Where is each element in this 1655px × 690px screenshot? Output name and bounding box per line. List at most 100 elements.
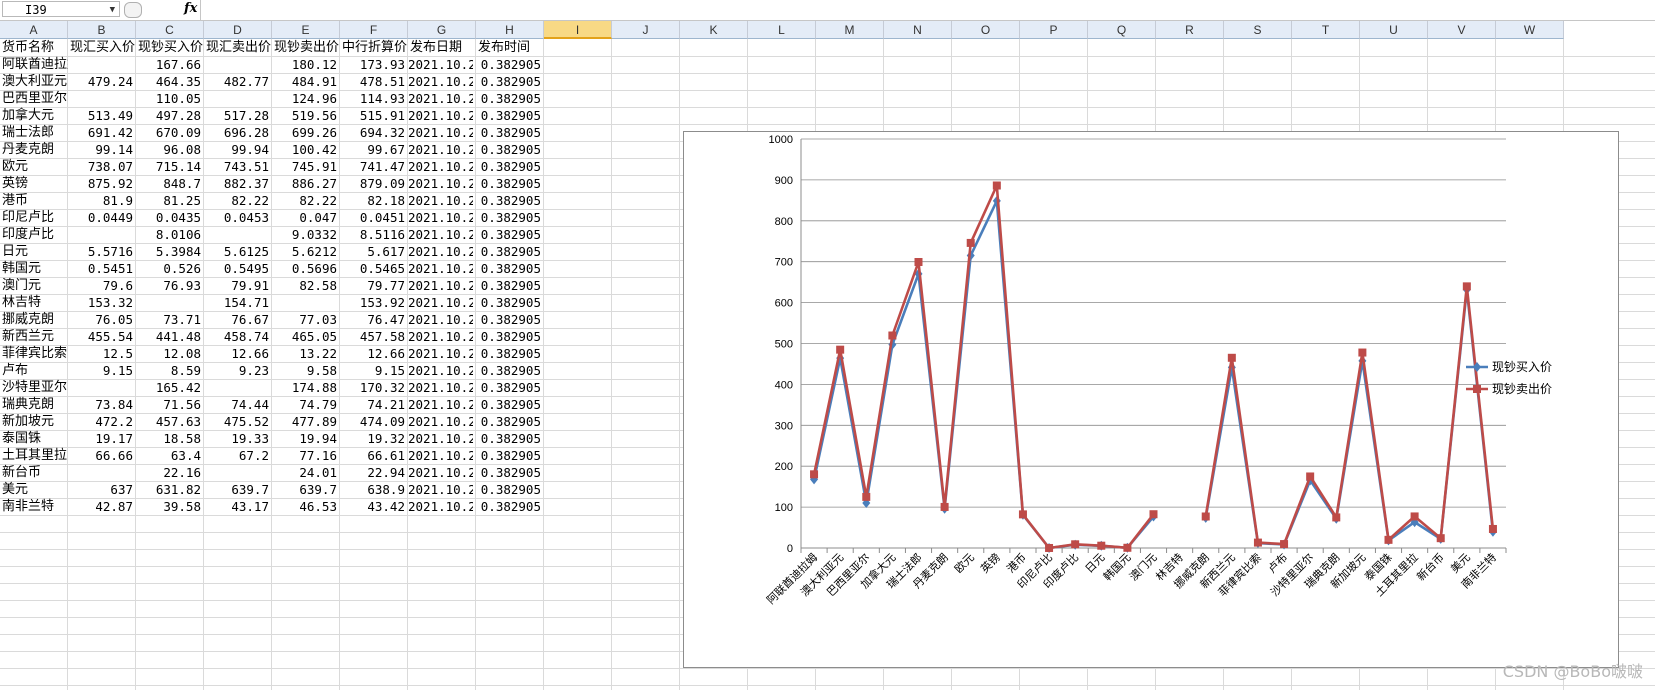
table-cell[interactable]: 699.26 [272,124,337,141]
table-cell[interactable]: 484.91 [272,73,337,90]
table-cell[interactable]: 691.42 [68,124,133,141]
header-cell[interactable]: 现汇买入价 [70,39,136,56]
table-cell[interactable]: 882.37 [204,175,269,192]
table-cell[interactable]: 0.0435 [136,209,201,226]
table-cell[interactable]: 478.51 [340,73,405,90]
table-cell[interactable]: 0.382905 [476,277,541,294]
column-header-d[interactable]: D [204,21,272,39]
table-cell[interactable]: 22.16 [136,464,201,481]
column-header-e[interactable]: E [272,21,340,39]
table-cell[interactable]: 66.61 [340,447,405,464]
table-cell[interactable]: 174.88 [272,379,337,396]
table-cell[interactable]: 林吉特 [2,294,68,311]
table-cell[interactable]: 2021.10.2 [408,260,473,277]
column-header-j[interactable]: J [612,21,680,39]
column-header-h[interactable]: H [476,21,544,39]
table-cell[interactable]: 2021.10.2 [408,413,473,430]
table-cell[interactable]: 0.382905 [476,209,541,226]
table-cell[interactable]: 0.382905 [476,226,541,243]
table-cell[interactable]: 印度卢比 [2,226,68,243]
table-cell[interactable]: 2021.10.2 [408,328,473,345]
table-cell[interactable]: 19.94 [272,430,337,447]
table-cell[interactable]: 0.382905 [476,192,541,209]
table-cell[interactable]: 477.89 [272,413,337,430]
table-cell[interactable]: 0.5696 [272,260,337,277]
table-cell[interactable]: 2021.10.2 [408,243,473,260]
table-cell[interactable]: 2021.10.2 [408,56,473,73]
table-cell[interactable]: 瑞士法郎 [2,124,68,141]
table-cell[interactable]: 英镑 [2,175,68,192]
table-cell[interactable]: 0.382905 [476,498,541,515]
table-cell[interactable]: 9.0332 [272,226,337,243]
table-cell[interactable]: 441.48 [136,328,201,345]
table-cell[interactable]: 0.382905 [476,430,541,447]
table-cell[interactable]: 743.51 [204,158,269,175]
table-cell[interactable]: 517.28 [204,107,269,124]
table-cell[interactable]: 170.32 [340,379,405,396]
table-cell[interactable]: 卢布 [2,362,68,379]
header-cell[interactable]: 现钞买入价 [138,39,204,56]
table-cell[interactable]: 0.382905 [476,141,541,158]
table-cell[interactable]: 5.3984 [136,243,201,260]
column-header-a[interactable]: A [0,21,68,39]
table-cell[interactable]: 5.617 [340,243,405,260]
table-cell[interactable]: 0.0449 [68,209,133,226]
table-cell[interactable]: 173.93 [340,56,405,73]
table-cell[interactable]: 新西兰元 [2,328,68,345]
table-cell[interactable]: 13.22 [272,345,337,362]
table-cell[interactable]: 670.09 [136,124,201,141]
table-cell[interactable]: 2021.10.2 [408,90,473,107]
table-cell[interactable]: 0.382905 [476,90,541,107]
column-header-f[interactable]: F [340,21,408,39]
column-header-q[interactable]: Q [1088,21,1156,39]
table-cell[interactable]: 菲律宾比索 [2,345,68,362]
table-cell[interactable]: 631.82 [136,481,201,498]
table-cell[interactable]: 879.09 [340,175,405,192]
table-cell[interactable]: 8.5116 [340,226,405,243]
table-cell[interactable]: 澳大利亚元 [2,73,68,90]
column-header-o[interactable]: O [952,21,1020,39]
table-cell[interactable]: 2021.10.2 [408,73,473,90]
table-cell[interactable]: 46.53 [272,498,337,515]
table-cell[interactable]: 2021.10.2 [408,396,473,413]
table-cell[interactable]: 0.047 [272,209,337,226]
table-cell[interactable]: 19.32 [340,430,405,447]
table-cell[interactable]: 欧元 [2,158,68,175]
table-cell[interactable]: 2021.10.2 [408,345,473,362]
table-cell[interactable]: 71.56 [136,396,201,413]
table-cell[interactable]: 沙特里亚尔 [2,379,68,396]
table-cell[interactable]: 8.59 [136,362,201,379]
table-cell[interactable]: 42.87 [68,498,133,515]
table-cell[interactable]: 79.91 [204,277,269,294]
table-cell[interactable]: 153.92 [340,294,405,311]
header-cell[interactable]: 货币名称 [2,39,68,56]
table-cell[interactable]: 0.382905 [476,447,541,464]
table-cell[interactable]: 82.22 [204,192,269,209]
table-cell[interactable]: 18.58 [136,430,201,447]
table-cell[interactable]: 澳门元 [2,277,68,294]
table-cell[interactable]: 0.526 [136,260,201,277]
table-cell[interactable]: 696.28 [204,124,269,141]
table-cell[interactable]: 458.74 [204,328,269,345]
table-cell[interactable]: 阿联酋迪拉姆 [2,56,68,73]
table-cell[interactable]: 2021.10.2 [408,311,473,328]
table-cell[interactable]: 8.0106 [136,226,201,243]
table-cell[interactable]: 2021.10.2 [408,226,473,243]
table-cell[interactable]: 519.56 [272,107,337,124]
table-cell[interactable]: 9.58 [272,362,337,379]
column-header-s[interactable]: S [1224,21,1292,39]
table-cell[interactable]: 475.52 [204,413,269,430]
table-cell[interactable]: 港币 [2,192,68,209]
table-cell[interactable]: 99.14 [68,141,133,158]
table-cell[interactable]: 100.42 [272,141,337,158]
table-cell[interactable]: 39.58 [136,498,201,515]
table-cell[interactable]: 0.382905 [476,396,541,413]
table-cell[interactable]: 464.35 [136,73,201,90]
header-cell[interactable]: 中行折算价 [342,39,408,56]
table-cell[interactable]: 79.6 [68,277,133,294]
table-cell[interactable]: 79.77 [340,277,405,294]
table-cell[interactable]: 114.93 [340,90,405,107]
table-cell[interactable]: 0.5465 [340,260,405,277]
table-cell[interactable]: 5.6212 [272,243,337,260]
table-cell[interactable]: 66.66 [68,447,133,464]
